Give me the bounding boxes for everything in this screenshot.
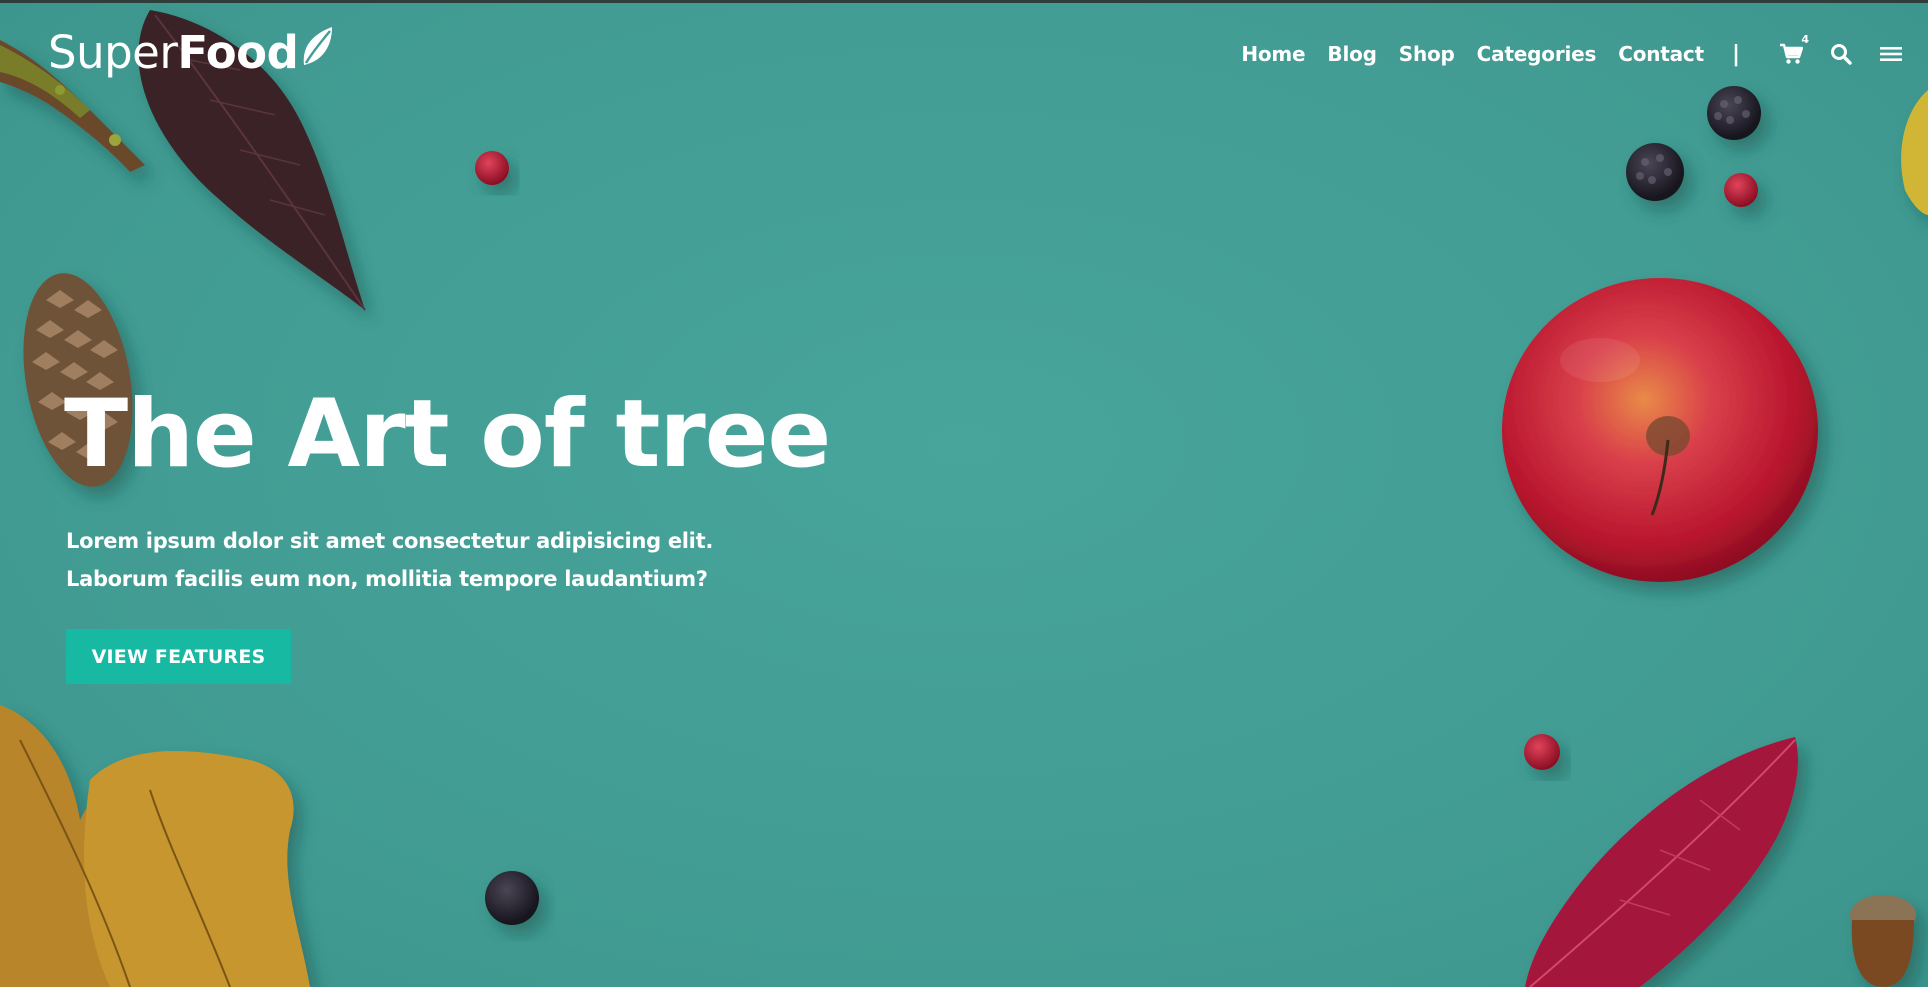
nav-categories[interactable]: Categories (1477, 42, 1597, 66)
nav-blog[interactable]: Blog (1327, 42, 1377, 66)
leaf-logo-icon (304, 27, 333, 65)
cart-button[interactable]: 4 (1778, 33, 1809, 67)
hero-section: SuperFood Home Blog Shop Categories Cont… (0, 0, 1928, 987)
hero-description: Lorem ipsum dolor sit amet consectetur a… (66, 529, 713, 591)
red-leaf-illustration (1525, 737, 1798, 987)
menu-button[interactable] (1878, 41, 1904, 67)
nav-separator: | (1731, 41, 1740, 67)
logo-text-part1: Super (48, 25, 178, 79)
autumn-leaves-illustration (0, 705, 310, 987)
berry-illustration (475, 151, 509, 185)
main-navigation: Home Blog Shop Categories Contact | 4 (1219, 33, 1904, 72)
blackberry-illustration (485, 871, 539, 925)
menu-icon (1880, 47, 1902, 61)
hero-title: The Art of tree (64, 380, 831, 489)
search-icon (1831, 44, 1852, 65)
nav-contact[interactable]: Contact (1618, 42, 1704, 66)
nav-shop[interactable]: Shop (1399, 42, 1455, 66)
logo-text-part2: Food (177, 25, 299, 79)
decorative-illustrations (0, 10, 1928, 987)
site-logo[interactable]: SuperFood (48, 22, 334, 82)
search-button[interactable] (1828, 41, 1854, 67)
cart-icon (1780, 43, 1803, 64)
nav-home[interactable]: Home (1241, 42, 1305, 66)
cart-count-badge: 4 (1801, 33, 1809, 46)
apple-illustration (1502, 278, 1818, 582)
view-features-button[interactable]: VIEW FEATURES (66, 629, 291, 684)
